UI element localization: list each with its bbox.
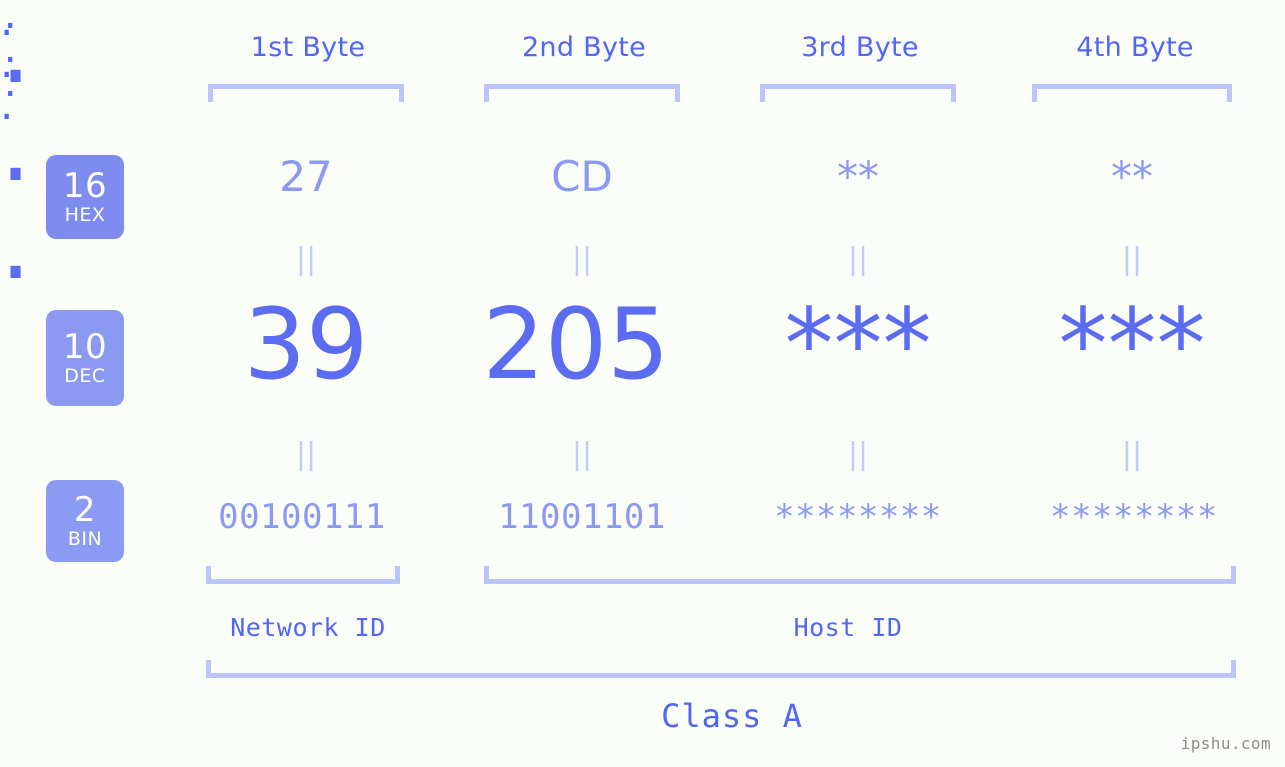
hex-byte-1: 27	[279, 152, 333, 201]
bin-byte-4: ********	[1050, 497, 1218, 537]
byte-bracket-top-3	[760, 84, 956, 102]
byte-header-3: 3rd Byte	[801, 32, 919, 63]
byte-bracket-top-4	[1032, 84, 1232, 102]
hex-byte-3: **	[837, 152, 879, 201]
dec-byte-2: 205	[482, 288, 670, 402]
base-badge-bin-number: 2	[73, 490, 97, 530]
bin-separator-2: .	[0, 31, 21, 71]
base-badge-bin-name: BIN	[67, 528, 103, 550]
base-badge-bin: 2 BIN	[46, 480, 124, 562]
dec-byte-3: ***	[784, 288, 932, 402]
equality-mark-hex-dec-2: ||	[571, 242, 593, 277]
dec-separator-3: .	[0, 188, 32, 302]
network-id-bracket	[206, 566, 400, 584]
byte-header-2: 2nd Byte	[521, 32, 647, 63]
class-bracket	[206, 660, 1236, 678]
equality-mark-dec-bin-4: ||	[1121, 437, 1143, 472]
equality-mark-dec-bin-3: ||	[847, 437, 869, 472]
bin-byte-1: 00100111	[218, 497, 386, 537]
base-badge-dec-name: DEC	[64, 365, 106, 387]
byte-bracket-top-2	[484, 84, 680, 102]
dec-separator-2: .	[0, 90, 32, 204]
byte-bracket-top-1	[208, 84, 404, 102]
hex-byte-2: CD	[551, 152, 613, 201]
equality-mark-dec-bin-2: ||	[571, 437, 593, 472]
byte-header-1: 1st Byte	[250, 32, 366, 63]
host-id-label: Host ID	[793, 613, 903, 642]
equality-mark-hex-dec-3: ||	[847, 242, 869, 277]
hex-byte-4: **	[1111, 152, 1153, 201]
network-id-label: Network ID	[230, 613, 386, 642]
equality-mark-hex-dec-1: ||	[295, 242, 317, 277]
byte-header-4: 4th Byte	[1076, 32, 1194, 63]
equality-mark-dec-bin-1: ||	[295, 437, 317, 472]
bin-separator-1: .	[0, 0, 21, 37]
dec-byte-4: ***	[1058, 288, 1206, 402]
bin-byte-3: ********	[774, 497, 942, 537]
host-id-bracket	[484, 566, 1236, 584]
bin-separator-3: .	[0, 65, 21, 105]
dec-byte-1: 39	[243, 288, 369, 402]
ip-address-breakdown-diagram: 1st Byte 2nd Byte 3rd Byte 4th Byte 16 H…	[0, 0, 1285, 767]
base-badge-dec: 10 DEC	[46, 310, 124, 406]
equality-mark-hex-dec-4: ||	[1121, 242, 1143, 277]
class-label: Class A	[661, 697, 803, 735]
base-badge-dec-number: 10	[62, 327, 108, 367]
bin-byte-2: 11001101	[498, 497, 666, 537]
site-watermark: ipshu.com	[1180, 734, 1271, 753]
